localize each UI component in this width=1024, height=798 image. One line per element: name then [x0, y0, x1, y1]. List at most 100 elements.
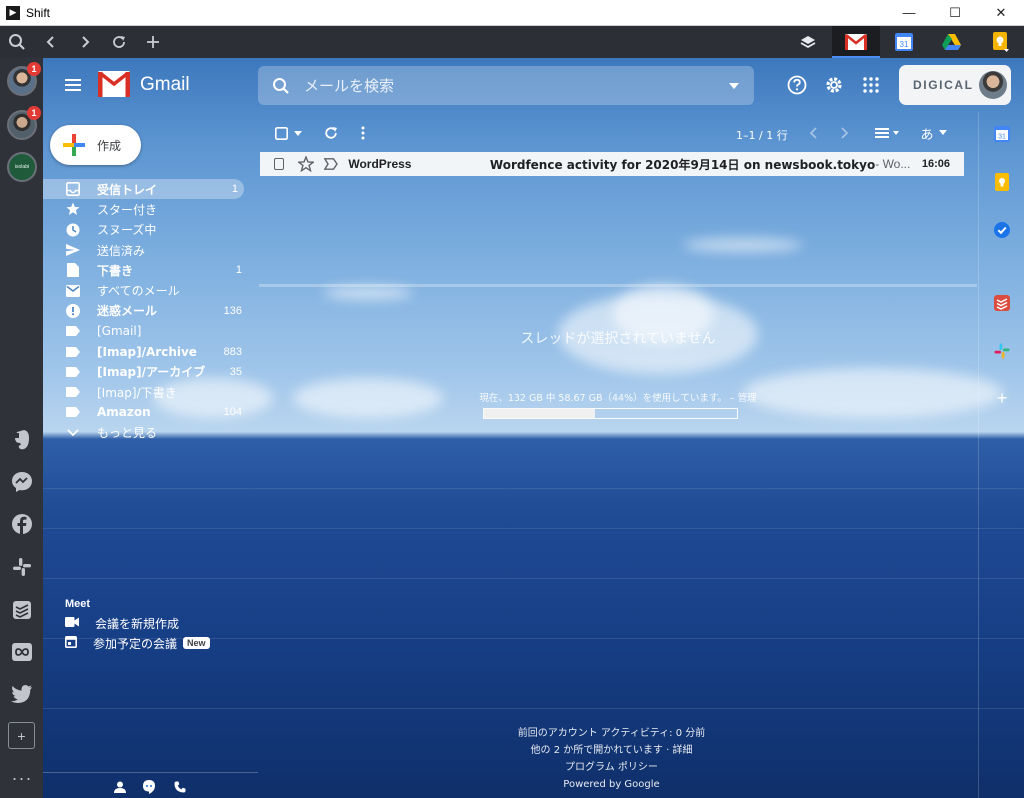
nav-label: [Imap]/Archive — [97, 344, 197, 359]
maximize-button[interactable]: ☐ — [932, 0, 978, 25]
search-options-icon[interactable] — [714, 82, 754, 89]
nav-item-drafts[interactable]: 下書き 1 — [43, 260, 248, 280]
search-bar[interactable] — [258, 66, 754, 105]
message-subject: Wordfence activity for 2020年9月14日 on new… — [489, 157, 876, 172]
add-addon-icon[interactable]: + — [992, 388, 1012, 408]
input-tools-button[interactable]: あ — [917, 124, 951, 143]
message-snippet: - Wo... — [875, 157, 911, 171]
label-icon — [65, 323, 81, 339]
account-avatar-2[interactable]: 1 — [7, 106, 41, 140]
message-time: 16:06 — [921, 158, 950, 170]
todoist-icon[interactable] — [10, 598, 34, 622]
back-icon[interactable] — [34, 26, 68, 58]
pane-divider[interactable] — [259, 284, 977, 287]
search-icon[interactable] — [258, 77, 304, 95]
page-range: 1–1 / 1 行 — [736, 129, 788, 142]
facebook-icon[interactable] — [10, 512, 34, 536]
open-sessions-text[interactable]: 他の 2 か所で開かれています · 詳細 — [259, 742, 964, 759]
inbox-icon — [65, 181, 81, 197]
more-options-icon[interactable]: ··· — [10, 768, 34, 789]
google-keep-icon[interactable] — [976, 26, 1024, 58]
background-cloud — [683, 238, 803, 252]
contacts-icon[interactable] — [113, 780, 127, 794]
star-toggle-icon[interactable] — [297, 155, 316, 173]
chevron-down-icon — [65, 425, 81, 441]
phone-icon[interactable] — [173, 780, 187, 794]
help-icon[interactable] — [785, 73, 809, 97]
twitter-icon[interactable] — [10, 682, 34, 706]
nav-item-starred[interactable]: スター付き — [43, 199, 248, 219]
search-icon[interactable] — [0, 26, 34, 58]
new-tab-icon[interactable] — [136, 26, 170, 58]
star-icon — [65, 201, 81, 217]
slack-icon[interactable] — [10, 555, 34, 579]
evernote-icon[interactable] — [10, 428, 34, 452]
search-input[interactable] — [304, 76, 714, 95]
refresh-icon[interactable] — [323, 124, 339, 142]
nav-item-spam[interactable]: 迷惑メール 136 — [43, 301, 248, 321]
nav-label: 下書き — [97, 263, 134, 278]
close-button[interactable]: ✕ — [978, 0, 1024, 25]
messenger-icon[interactable] — [10, 470, 34, 494]
apps-grid-icon[interactable] — [859, 73, 883, 97]
label-navigation: 受信トレイ 1 スター付き スヌーズ中 送信済み 下書き 1 すべてのメール 迷… — [43, 179, 248, 443]
settings-gear-icon[interactable] — [822, 73, 846, 97]
program-policy-link[interactable]: プログラム ポリシー — [259, 759, 964, 776]
forward-icon[interactable] — [68, 26, 102, 58]
nav-count: 1 — [231, 183, 238, 196]
nav-count: 1 — [235, 264, 242, 277]
avatar[interactable] — [979, 71, 1007, 99]
video-camera-icon — [65, 616, 79, 630]
keep-icon[interactable] — [992, 172, 1012, 192]
tasks-icon[interactable] — [992, 220, 1012, 240]
nav-item-gmail-label[interactable]: [Gmail] — [43, 321, 248, 341]
join-meeting-link[interactable]: 参加予定の会議 New — [65, 633, 210, 653]
compose-button[interactable]: 作成 — [50, 125, 141, 165]
reload-icon[interactable] — [102, 26, 136, 58]
select-all-checkbox[interactable] — [274, 124, 288, 142]
select-options-chevron-icon[interactable] — [293, 124, 303, 142]
more-vertical-icon[interactable] — [359, 124, 367, 142]
nav-item-all-mail[interactable]: すべてのメール — [43, 280, 248, 300]
calendar-icon — [65, 635, 77, 651]
nav-item-imap-archive-jp[interactable]: [Imap]/アーカイブ 35 — [43, 362, 248, 382]
nav-item-sent[interactable]: 送信済み — [43, 240, 248, 260]
newer-chevron-icon[interactable] — [807, 124, 819, 142]
older-chevron-icon[interactable] — [839, 124, 851, 142]
google-calendar-icon[interactable]: 31 — [880, 26, 928, 58]
minimize-button[interactable]: — — [886, 0, 932, 25]
new-badge: New — [183, 637, 210, 649]
nav-item-more[interactable]: もっと見る — [43, 423, 248, 443]
gmail-icon[interactable] — [832, 26, 880, 58]
hangouts-chat-icon[interactable] — [142, 780, 156, 794]
window-title-bar: ▶ Shift — ☐ ✕ — [0, 0, 1024, 26]
nav-item-inbox[interactable]: 受信トレイ 1 — [43, 179, 244, 200]
google-drive-icon[interactable] — [928, 26, 976, 58]
gmail-logo-icon[interactable] — [98, 71, 130, 97]
importance-marker-icon[interactable] — [323, 158, 339, 170]
nav-label: Amazon — [97, 405, 151, 420]
nav-item-imap-archive[interactable]: [Imap]/Archive 883 — [43, 341, 248, 361]
background-cloud — [323, 286, 413, 300]
table-row[interactable]: WordPress Wordfence activity for 2020年9月… — [260, 152, 964, 176]
row-checkbox[interactable] — [274, 158, 285, 170]
density-list-icon[interactable] — [873, 124, 903, 142]
calendar-icon[interactable]: 31 — [992, 124, 1012, 144]
main-menu-icon[interactable] — [61, 73, 85, 97]
nav-item-imap-drafts[interactable]: [Imap]/下書き — [43, 382, 248, 402]
layers-icon[interactable] — [784, 26, 832, 58]
account-avatar-3[interactable]: isolabi — [7, 152, 37, 182]
last-activity-text[interactable]: 前回のアカウント アクティビティ: 0 分前 — [259, 725, 964, 742]
infinity-icon[interactable] — [10, 640, 34, 664]
wave-line — [43, 708, 1024, 709]
slack-icon[interactable] — [992, 341, 1012, 361]
account-avatar-1[interactable]: 1 — [7, 62, 41, 96]
nav-item-snoozed[interactable]: スヌーズ中 — [43, 220, 248, 240]
add-account-button[interactable]: + — [8, 722, 35, 749]
nav-item-amazon[interactable]: Amazon 104 — [43, 402, 248, 422]
account-switcher[interactable]: DIGICAL — [899, 65, 1011, 105]
storage-usage-text: 現在、132 GB 中 58.67 GB（44%）を使用しています。 – 管理 — [479, 393, 757, 404]
wave-line — [43, 578, 1024, 579]
new-meeting-link[interactable]: 会議を新規作成 — [65, 613, 179, 633]
todoist-icon[interactable] — [992, 293, 1012, 313]
